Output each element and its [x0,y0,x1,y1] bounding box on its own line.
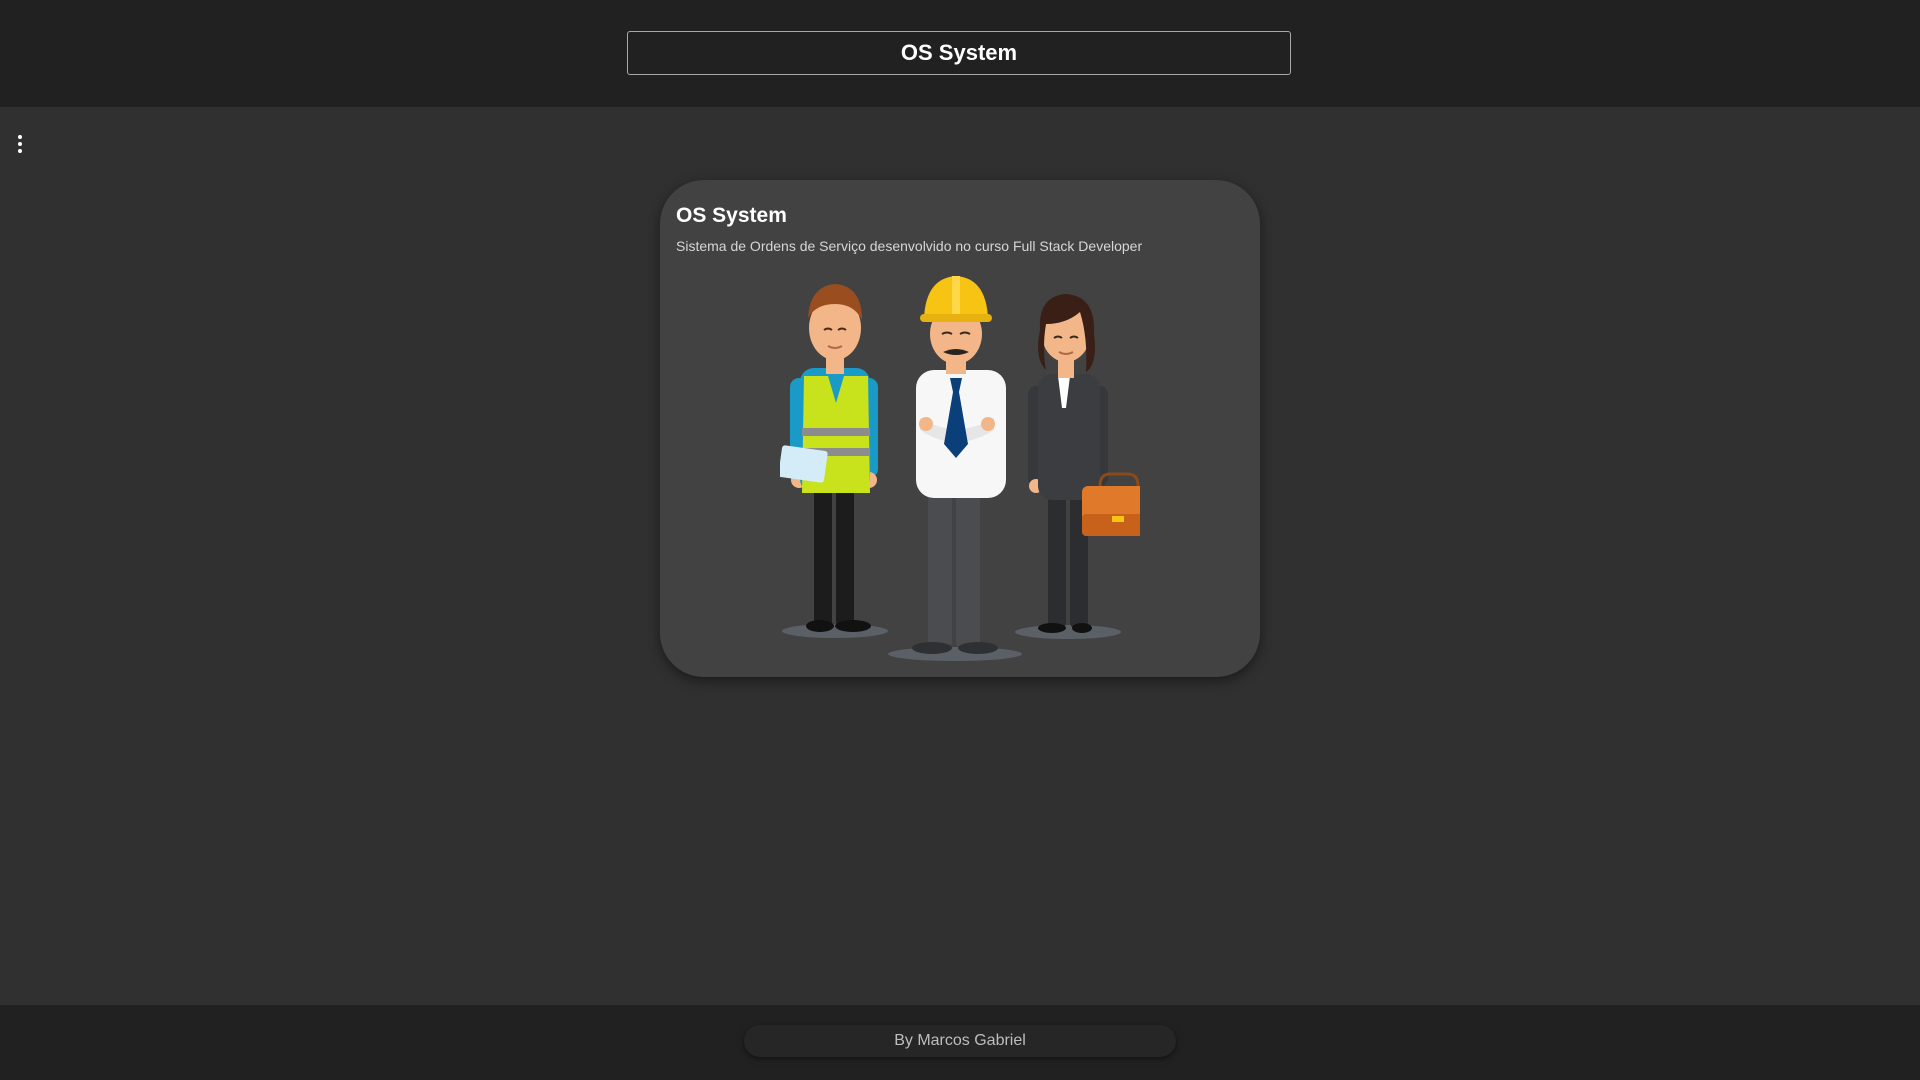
info-card: OS System Sistema de Ordens de Serviço d… [660,180,1260,677]
more-vert-icon[interactable] [8,130,32,158]
worker-safety-vest [780,284,878,632]
card-title: OS System [676,204,787,227]
app-title: OS System [627,31,1291,75]
footer-credit: By Marcos Gabriel [744,1025,1176,1057]
app-header: OS System [0,0,1920,107]
workers-illustration [780,276,1140,661]
worker-hard-hat [912,276,1006,654]
card-subtitle: Sistema de Ordens de Serviço desenvolvid… [676,238,1143,254]
worker-business-woman [1028,294,1140,633]
